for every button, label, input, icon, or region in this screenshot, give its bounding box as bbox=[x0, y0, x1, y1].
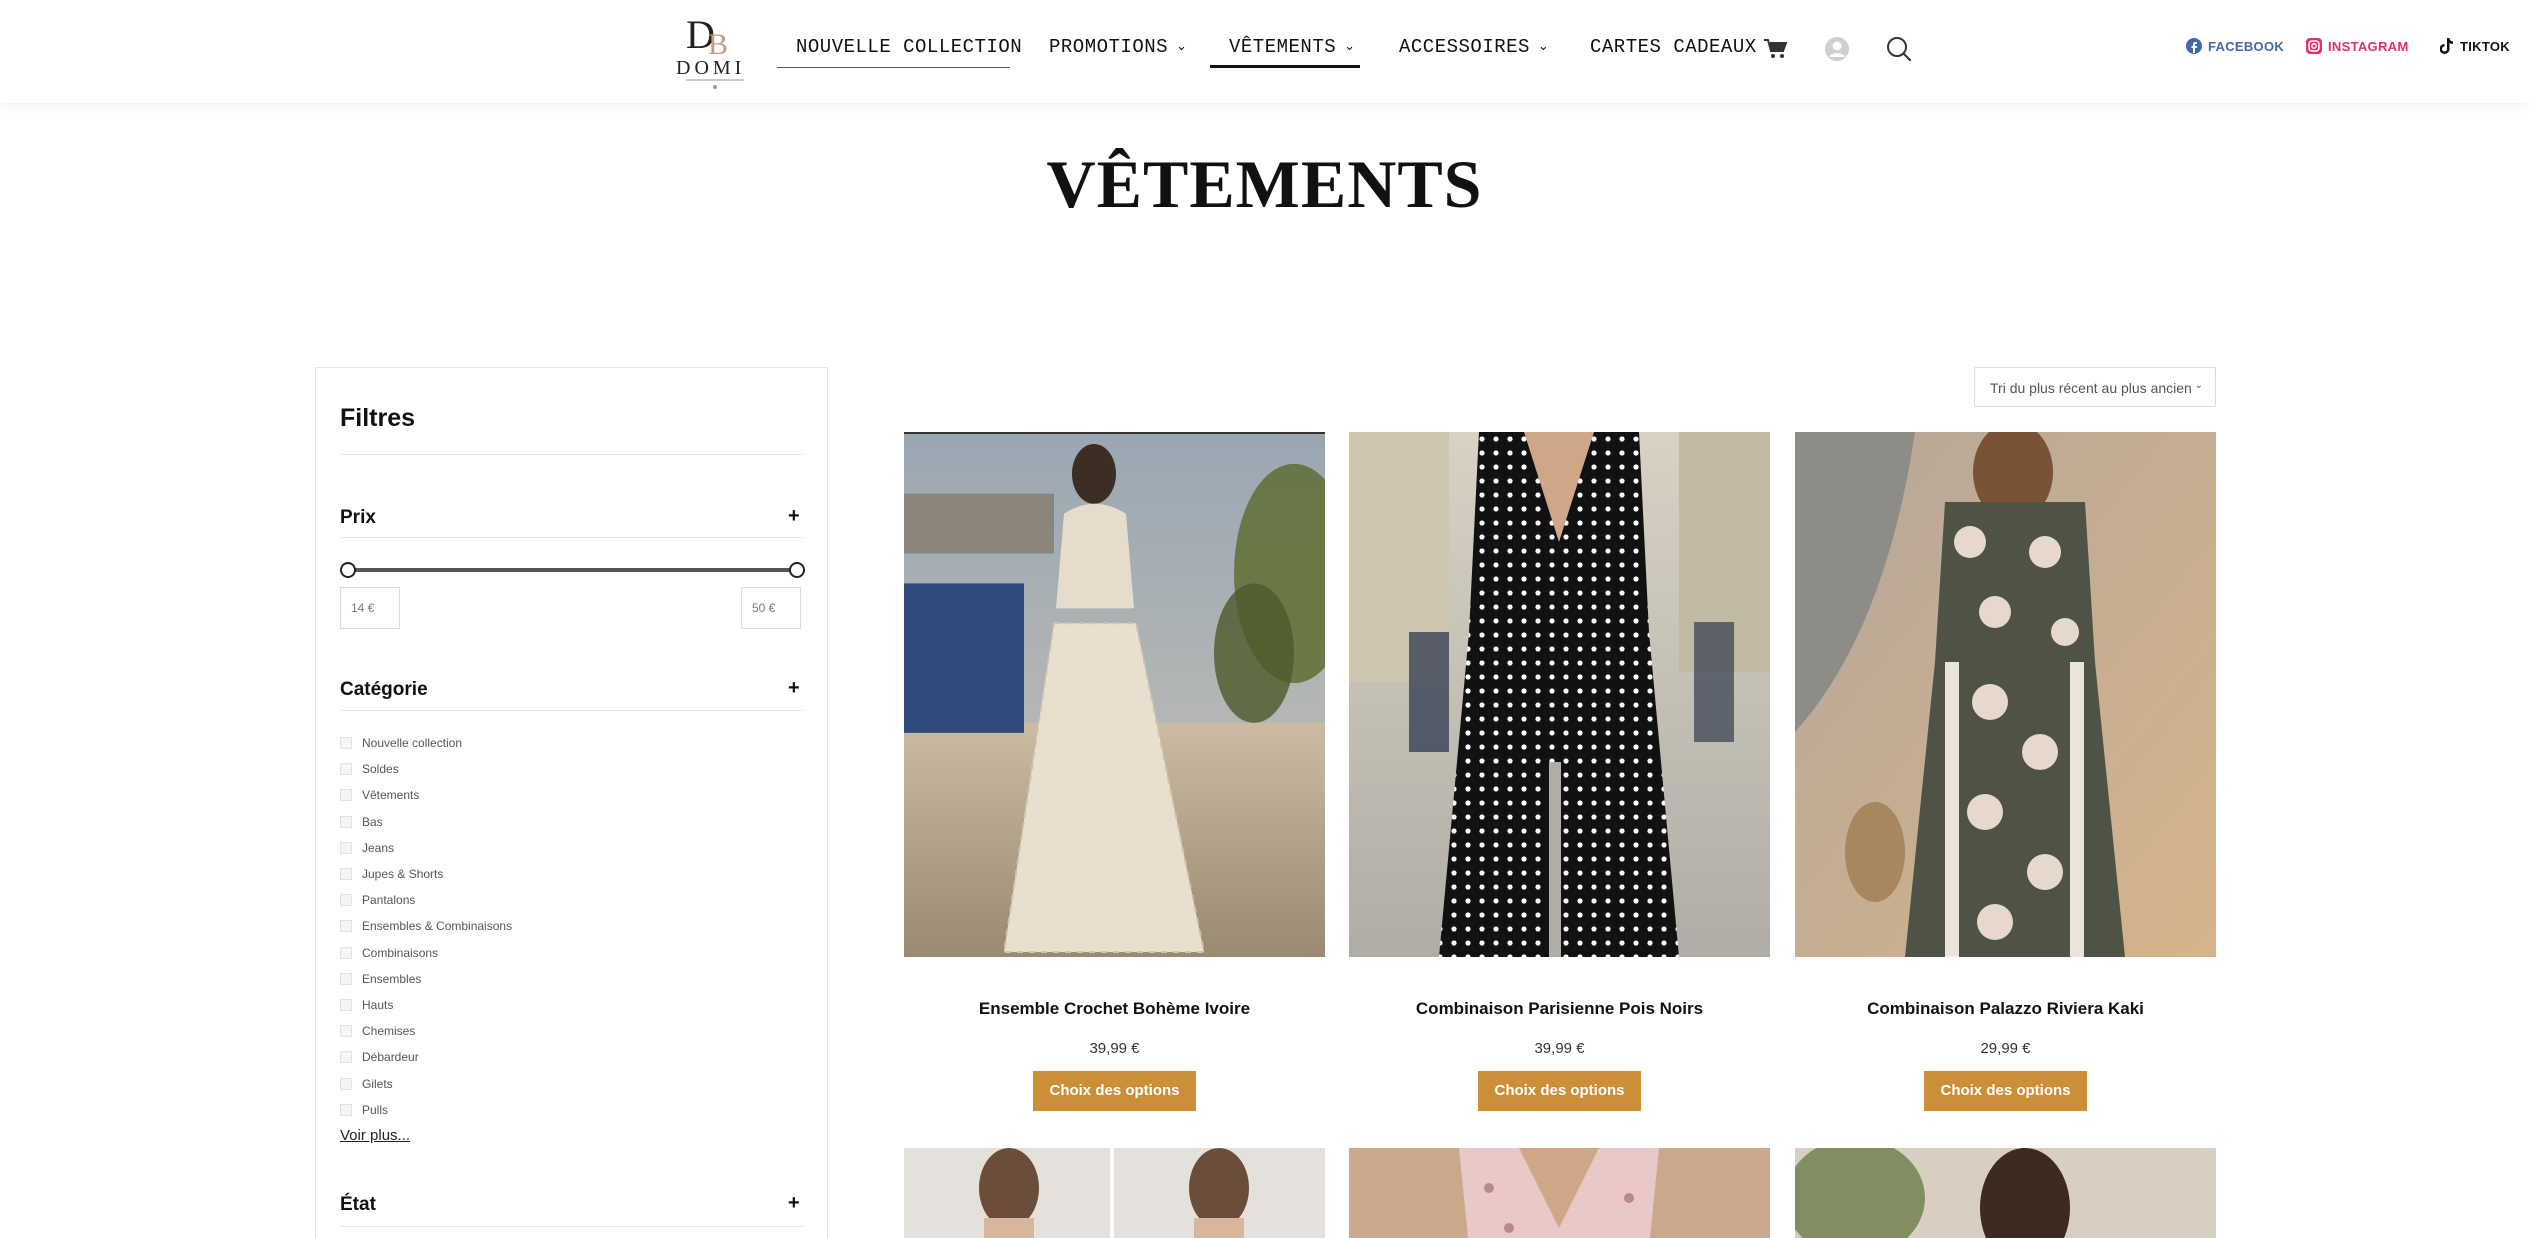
checkbox[interactable] bbox=[340, 868, 352, 881]
expand-category-button[interactable]: + bbox=[788, 677, 800, 700]
chevron-down-icon: ⌄ bbox=[2194, 380, 2203, 391]
svg-text:DOMI: DOMI bbox=[676, 57, 745, 79]
chevron-down-icon: ⌄ bbox=[1176, 39, 1188, 54]
product-image[interactable] bbox=[1349, 1148, 1770, 1238]
divider bbox=[340, 710, 803, 711]
price-filter-title: Prix bbox=[340, 507, 376, 528]
search-icon[interactable] bbox=[1886, 36, 1912, 67]
checkbox[interactable] bbox=[340, 894, 352, 907]
category-option[interactable]: Jeans bbox=[340, 835, 512, 861]
category-option[interactable]: Pulls bbox=[340, 1097, 512, 1123]
checkbox[interactable] bbox=[340, 998, 352, 1011]
category-option[interactable]: Ensembles & Combinaisons bbox=[340, 913, 512, 939]
product-price: 29,99 € bbox=[1980, 1040, 2031, 1057]
product-price: 39,99 € bbox=[1534, 1040, 1585, 1057]
divider bbox=[340, 537, 803, 538]
expand-price-button[interactable]: + bbox=[788, 505, 800, 528]
category-filter-title: Catégorie bbox=[340, 679, 428, 700]
nav-accessoires[interactable]: ACCESSOIRES ⌄ bbox=[1399, 36, 1549, 68]
chevron-down-icon: ⌄ bbox=[1344, 39, 1356, 54]
filters-title: Filtres bbox=[340, 404, 416, 432]
price-max-field[interactable]: 50 € bbox=[741, 587, 801, 629]
category-option[interactable]: Nouvelle collection bbox=[340, 730, 512, 756]
nav-vetements[interactable]: VÊTEMENTS ⌄ bbox=[1210, 36, 1360, 68]
domi-logo[interactable]: D B DOMI bbox=[672, 8, 758, 92]
product-name[interactable]: Ensemble Crochet Bohème Ivoire bbox=[904, 999, 1325, 1019]
category-option[interactable]: Combinaisons bbox=[340, 940, 512, 966]
price-slider-max-handle[interactable] bbox=[789, 562, 805, 578]
divider bbox=[340, 1226, 803, 1227]
product-image[interactable] bbox=[904, 1148, 1325, 1238]
filters-sidebar: Filtres Prix + 14 € 50 € Catégorie + Nou… bbox=[315, 367, 828, 1238]
price-slider-min-handle[interactable] bbox=[340, 562, 356, 578]
facebook-icon bbox=[2186, 38, 2202, 54]
expand-state-button[interactable]: + bbox=[788, 1192, 800, 1215]
cart-icon[interactable] bbox=[1763, 38, 1788, 65]
checkbox[interactable] bbox=[340, 1103, 352, 1116]
category-option[interactable]: Soldes bbox=[340, 756, 512, 782]
tiktok-icon bbox=[2440, 38, 2453, 54]
product-name[interactable]: Combinaison Parisienne Pois Noirs bbox=[1349, 999, 1770, 1019]
facebook-link[interactable]: FACEBOOK bbox=[2186, 38, 2284, 54]
price-min-field[interactable]: 14 € bbox=[340, 587, 400, 629]
price-slider-track[interactable] bbox=[348, 568, 796, 572]
product-image-palazzo-jumpsuit[interactable] bbox=[1795, 432, 2216, 957]
product-name[interactable]: Combinaison Palazzo Riviera Kaki bbox=[1795, 999, 2216, 1019]
checkbox[interactable] bbox=[340, 815, 352, 828]
tiktok-link[interactable]: TIKTOK bbox=[2440, 38, 2510, 54]
checkbox[interactable] bbox=[340, 1051, 352, 1064]
sort-select[interactable]: Tri du plus récent au plus ancien ⌄ bbox=[1974, 367, 2216, 407]
category-option[interactable]: Vêtements bbox=[340, 782, 512, 808]
checkbox[interactable] bbox=[340, 763, 352, 776]
account-avatar-icon[interactable] bbox=[1824, 36, 1850, 67]
category-option[interactable]: Chemises bbox=[340, 1018, 512, 1044]
divider bbox=[340, 454, 803, 455]
checkbox[interactable] bbox=[340, 946, 352, 959]
category-option[interactable]: Pantalons bbox=[340, 887, 512, 913]
checkbox[interactable] bbox=[340, 737, 352, 750]
checkbox[interactable] bbox=[340, 1077, 352, 1090]
category-option[interactable]: Bas bbox=[340, 809, 512, 835]
category-list: Nouvelle collection Soldes Vêtements Bas… bbox=[340, 730, 512, 1123]
choose-options-button[interactable]: Choix des options bbox=[1478, 1071, 1641, 1111]
category-option[interactable]: Jupes & Shorts bbox=[340, 861, 512, 887]
category-option[interactable]: Hauts bbox=[340, 992, 512, 1018]
instagram-link[interactable]: INSTAGRAM bbox=[2306, 38, 2408, 54]
category-option[interactable]: Gilets bbox=[340, 1070, 512, 1096]
site-header: D B DOMI NOUVELLE COLLECTION PROMOTIONS ⌄… bbox=[0, 0, 2529, 103]
checkbox[interactable] bbox=[340, 972, 352, 985]
choose-options-button[interactable]: Choix des options bbox=[1033, 1071, 1196, 1111]
checkbox[interactable] bbox=[340, 1025, 352, 1038]
nav-promotions[interactable]: PROMOTIONS ⌄ bbox=[1049, 36, 1187, 68]
nav-nouvelle-collection[interactable]: NOUVELLE COLLECTION bbox=[777, 36, 1022, 68]
choose-options-button[interactable]: Choix des options bbox=[1924, 1071, 2087, 1111]
product-image-crochet-dress[interactable] bbox=[904, 432, 1325, 957]
nav-cartes-cadeaux[interactable]: CARTES CADEAUX bbox=[1590, 36, 1757, 68]
checkbox[interactable] bbox=[340, 841, 352, 854]
product-image-polka-jumpsuit[interactable] bbox=[1349, 432, 1770, 957]
chevron-down-icon: ⌄ bbox=[1537, 39, 1550, 54]
category-option[interactable]: Ensembles bbox=[340, 966, 512, 992]
category-option[interactable]: Débardeur bbox=[340, 1044, 512, 1070]
product-price: 39,99 € bbox=[1089, 1040, 1140, 1057]
page-title: VÊTEMENTS bbox=[1046, 146, 1483, 222]
checkbox[interactable] bbox=[340, 789, 352, 802]
state-filter-title: État bbox=[340, 1194, 376, 1215]
product-image[interactable] bbox=[1795, 1148, 2216, 1238]
instagram-icon bbox=[2306, 38, 2322, 54]
checkbox[interactable] bbox=[340, 920, 352, 933]
voir-plus-link[interactable]: Voir plus... bbox=[340, 1127, 410, 1144]
